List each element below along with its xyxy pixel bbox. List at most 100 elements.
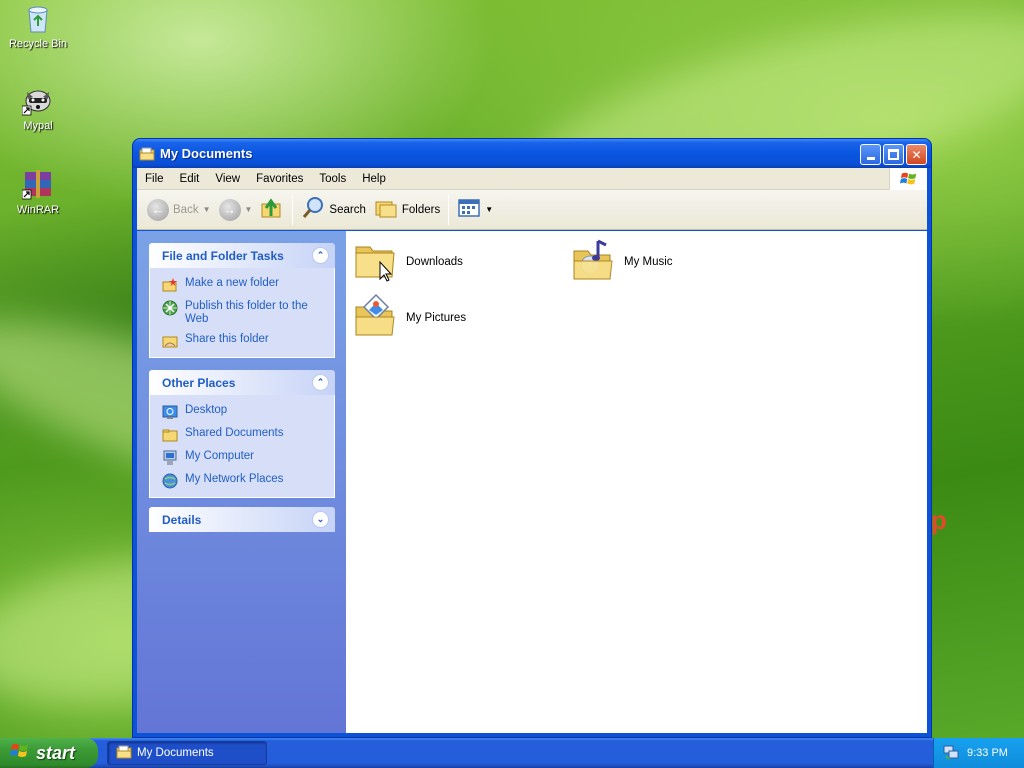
menu-help[interactable]: Help [354,173,394,185]
share-folder-link[interactable]: Share this folder [162,333,324,349]
collapse-icon[interactable]: ⌃ [312,247,329,264]
folder-icon [352,237,398,286]
winrar-icon [21,168,54,200]
dropdown-arrow-icon: ▼ [202,205,211,214]
file-folder-tasks-header[interactable]: File and Folder Tasks ⌃ [149,243,335,268]
panel-title: File and Folder Tasks [162,248,284,263]
menu-tools[interactable]: Tools [311,173,354,185]
task-label: Make a new folder [185,277,279,289]
window-title: My Documents [160,146,253,161]
file-folder-tasks-panel: File and Folder Tasks ⌃ Make a new folde… [149,243,335,358]
up-folder-button[interactable] [256,195,288,225]
task-label: Publish this folder to the Web [185,300,308,325]
toolbar-separator [292,194,294,225]
desktop-link[interactable]: Desktop [162,404,324,420]
search-button[interactable]: Search [297,195,369,225]
task-button-label: My Documents [137,747,214,759]
taskbar-button-my-documents[interactable]: My Documents [107,741,267,765]
desktop-icon-label: Mypal [23,120,53,132]
stray-desktop-text: p [931,505,947,535]
network-places-icon [162,473,178,489]
music-folder-icon [570,237,616,286]
desktop-icon-mypal[interactable]: Mypal [0,84,76,132]
back-label: Back [173,203,199,216]
panel-title: Details [162,512,202,527]
system-tray: 9:33 PM [933,738,1024,768]
explorer-window: My Documents ✕ File Edit View Favorites … [132,138,932,738]
details-panel: Details ⌄ [149,507,335,532]
item-label: My Music [624,255,673,268]
desktop-icon [162,404,178,420]
collapse-icon[interactable]: ⌃ [312,374,329,391]
windows-logo-icon [889,168,927,190]
close-button[interactable]: ✕ [906,144,927,165]
menu-favorites[interactable]: Favorites [248,173,311,185]
item-label: My Pictures [406,311,467,324]
other-places-panel: Other Places ⌃ Desktop Shared Documents … [149,370,335,498]
title-bar[interactable]: My Documents ✕ [133,139,931,168]
shared-documents-link[interactable]: Shared Documents [162,427,324,443]
forward-arrow-icon: → [218,198,241,221]
publish-to-web-link[interactable]: Publish this folder to the Web [162,300,324,326]
start-button[interactable]: start [0,738,98,768]
search-label: Search [329,203,366,216]
folder-item-downloads[interactable]: Downloads [352,237,463,286]
views-button[interactable]: ▼ [453,195,497,225]
task-label: Share this folder [185,333,269,345]
windows-flag-icon [10,741,30,766]
menu-bar: File Edit View Favorites Tools Help [137,168,927,190]
make-new-folder-link[interactable]: Make a new folder [162,277,324,293]
maximize-button[interactable] [883,144,904,165]
place-label: My Computer [185,450,255,462]
shared-folder-icon [162,333,178,349]
details-header[interactable]: Details ⌄ [149,507,335,532]
toolbar-separator [448,194,450,225]
place-label: Desktop [185,404,228,416]
network-tray-icon[interactable] [943,744,959,763]
desktop-icon-label: WinRAR [16,204,60,216]
mypal-icon [21,84,54,116]
folder-content-area[interactable]: Downloads My Music My Pictures [346,231,927,733]
folders-icon [374,196,398,223]
back-arrow-icon: ← [147,198,169,221]
close-icon: ✕ [911,147,922,162]
folder-icon [162,427,178,443]
place-label: Shared Documents [185,427,284,439]
menu-view[interactable]: View [207,173,248,185]
start-label: start [36,742,76,763]
folders-label: Folders [401,203,441,216]
globe-icon [162,300,178,316]
dropdown-arrow-icon: ▼ [244,205,253,214]
forward-button[interactable]: → ▼ [215,195,257,225]
clock[interactable]: 9:33 PM [967,747,1008,759]
search-icon [301,196,325,223]
toolbar: ← Back ▼ → ▼ Search Folders ▼ [137,190,927,230]
desktop-icon-recycle-bin[interactable]: Recycle Bin [0,2,76,50]
folders-button[interactable]: Folders [370,195,444,225]
minimize-icon [866,157,875,160]
desktop-icon-winrar[interactable]: WinRAR [0,168,76,216]
menu-edit[interactable]: Edit [172,173,208,185]
up-folder-icon [260,196,284,223]
desktop-icon-label: Recycle Bin [8,38,68,50]
place-label: My Network Places [185,473,284,485]
taskbar: start My Documents 9:33 PM [0,738,1024,768]
minimize-button[interactable] [860,144,881,165]
menu-file[interactable]: File [137,173,172,185]
computer-icon [162,450,178,466]
task-pane: File and Folder Tasks ⌃ Make a new folde… [137,231,346,733]
folder-item-my-pictures[interactable]: My Pictures [352,293,466,342]
my-computer-link[interactable]: My Computer [162,450,324,466]
expand-icon[interactable]: ⌄ [312,511,329,528]
recycle-bin-icon [22,2,54,34]
back-button[interactable]: ← Back ▼ [143,195,215,225]
my-network-places-link[interactable]: My Network Places [162,473,324,489]
item-label: Downloads [406,255,463,268]
panel-title: Other Places [162,375,236,390]
other-places-header[interactable]: Other Places ⌃ [149,370,335,395]
folder-item-my-music[interactable]: My Music [570,237,673,286]
dropdown-arrow-icon: ▼ [485,205,494,214]
maximize-icon [888,149,899,160]
folder-icon [116,744,132,763]
new-folder-icon [162,277,178,293]
